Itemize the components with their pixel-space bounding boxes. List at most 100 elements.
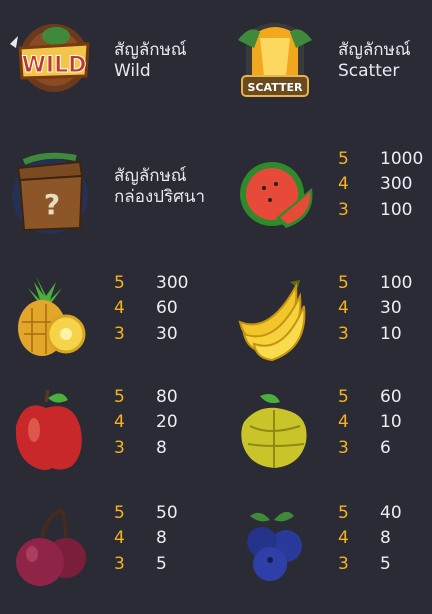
plum-icon [6, 502, 96, 592]
pay-row: 35 [338, 551, 402, 577]
scatter-label: สัญลักษณ์ Scatter [338, 40, 411, 82]
pay-value: 60 [380, 386, 402, 407]
wild-icon-text: WILD [22, 53, 87, 78]
pay-count: 5 [114, 386, 125, 407]
pay-row: 4 20 [114, 410, 178, 436]
pay-count: 3 [114, 323, 125, 344]
plum-paytable: 5 50 48 35 [114, 500, 178, 577]
pay-row: 4 60 [114, 296, 188, 322]
scatter-temple-icon: SCATTER [230, 14, 320, 104]
blueberry-icon [230, 502, 320, 592]
pay-value: 5 [156, 553, 167, 574]
pay-count: 3 [338, 553, 349, 574]
pay-row: 5 300 [114, 270, 188, 296]
wild-label: สัญลักษณ์ Wild [114, 40, 187, 82]
symbol-scatter: SCATTER สัญลักษณ์ Scatter [224, 8, 432, 126]
pay-value: 8 [380, 528, 391, 549]
symbol-watermelon: 5 1000 4 300 3 100 [224, 142, 432, 260]
apple-paytable: 5 80 4 20 38 [114, 384, 178, 461]
pay-count: 4 [114, 528, 125, 549]
pay-row: 5 40 [338, 500, 402, 526]
pay-value: 20 [156, 412, 178, 433]
mystery-box-label-line2: กล่องปริศนา [114, 187, 206, 207]
pay-row: 3 10 [338, 321, 412, 347]
pay-row: 35 [114, 551, 178, 577]
pay-count: 4 [338, 528, 349, 549]
pay-count: 5 [114, 502, 125, 523]
banana-paytable: 5 100 4 30 3 10 [338, 270, 412, 347]
symbol-apple: 5 80 4 20 38 [0, 380, 216, 498]
pay-value: 8 [156, 528, 167, 549]
pay-row: 5 100 [338, 270, 412, 296]
pay-value: 60 [156, 298, 178, 319]
pay-count: 4 [338, 298, 349, 319]
pay-row: 3 100 [338, 197, 423, 223]
symbol-wild: WILD สัญลักษณ์ Wild [0, 8, 216, 126]
pay-row: 48 [338, 526, 402, 552]
scatter-label-line1: สัญลักษณ์ [338, 40, 411, 60]
mystery-box-icon: ? [6, 148, 96, 238]
wild-coconut-icon: WILD [6, 14, 96, 104]
pay-count: 5 [114, 272, 125, 293]
pay-value: 30 [156, 323, 178, 344]
pay-count: 5 [338, 272, 349, 293]
mystery-icon-text: ? [44, 188, 60, 221]
wild-label-line1: สัญลักษณ์ [114, 40, 187, 60]
pay-value: 5 [380, 553, 391, 574]
wild-label-line2: Wild [114, 61, 151, 81]
pay-value: 100 [380, 199, 413, 220]
pay-value: 50 [156, 502, 178, 523]
pay-count: 3 [114, 437, 125, 458]
pay-row: 36 [338, 435, 402, 461]
symbol-blueberry: 5 40 48 35 [224, 496, 432, 614]
pay-count: 4 [338, 412, 349, 433]
pay-value: 6 [380, 437, 391, 458]
pay-row: 4 10 [338, 410, 402, 436]
pay-row: 5 1000 [338, 146, 423, 172]
pay-count: 3 [338, 199, 349, 220]
pay-value: 30 [380, 298, 402, 319]
pay-count: 3 [338, 323, 349, 344]
symbol-starfruit: 5 60 4 10 36 [224, 380, 432, 498]
pay-row: 4 30 [338, 296, 412, 322]
pay-value: 300 [380, 174, 413, 195]
pay-value: 80 [156, 386, 178, 407]
mystery-box-label: สัญลักษณ์ กล่องปริศนา [114, 166, 205, 208]
pay-count: 4 [338, 174, 349, 195]
pay-row: 5 60 [338, 384, 402, 410]
pay-count: 5 [338, 386, 349, 407]
banana-icon [230, 272, 320, 362]
pay-value: 10 [380, 412, 402, 433]
pay-count: 4 [114, 412, 125, 433]
pay-value: 40 [380, 502, 402, 523]
pay-row: 4 300 [338, 172, 423, 198]
pineapple-paytable: 5 300 4 60 3 30 [114, 270, 188, 347]
watermelon-paytable: 5 1000 4 300 3 100 [338, 146, 423, 223]
blueberry-paytable: 5 40 48 35 [338, 500, 402, 577]
pay-value: 1000 [380, 148, 424, 169]
symbol-banana: 5 100 4 30 3 10 [224, 266, 432, 384]
pay-row: 5 80 [114, 384, 178, 410]
pay-value: 100 [380, 272, 413, 293]
pay-count: 5 [338, 502, 349, 523]
symbol-plum: 5 50 48 35 [0, 496, 216, 614]
pay-count: 5 [338, 148, 349, 169]
apple-icon [6, 386, 96, 476]
pay-value: 10 [380, 323, 402, 344]
pay-value: 300 [156, 272, 189, 293]
pay-count: 4 [114, 298, 125, 319]
pay-row: 38 [114, 435, 178, 461]
pay-value: 8 [156, 437, 167, 458]
pay-row: 5 50 [114, 500, 178, 526]
starfruit-icon [230, 386, 320, 476]
symbol-mystery-box: ? สัญลักษณ์ กล่องปริศนา [0, 142, 216, 260]
pay-row: 48 [114, 526, 178, 552]
pay-count: 3 [114, 553, 125, 574]
mystery-box-label-line1: สัญลักษณ์ [114, 166, 187, 186]
symbol-pineapple: 5 300 4 60 3 30 [0, 266, 216, 384]
pineapple-icon [6, 272, 96, 362]
scatter-icon-text: SCATTER [248, 81, 303, 94]
watermelon-icon [230, 148, 320, 238]
starfruit-paytable: 5 60 4 10 36 [338, 384, 402, 461]
scatter-label-line2: Scatter [338, 61, 400, 81]
